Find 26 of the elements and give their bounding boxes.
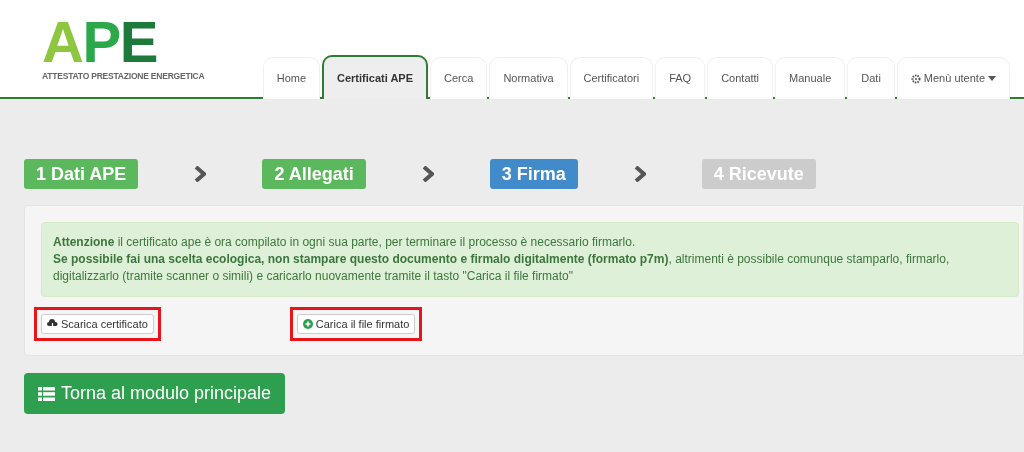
alert-text: Attenzione il certificato ape è ora compilato in ogni sua parte, per terminare il processo è necessario firmarlo. <box>53 234 637 251</box>
logo-subtitle: ATTESTATO PRESTAZIONE ENERGETICA <box>42 70 205 83</box>
nav-tab[interactable]: Dati <box>847 57 895 99</box>
nav-tab[interactable]: Menù utente <box>896 57 1010 99</box>
nav-tab[interactable]: Certificatori <box>569 57 654 99</box>
step-label: 2 Allegati <box>262 159 366 189</box>
action-button[interactable]: Carica il file firmato <box>296 314 416 334</box>
alert-text: Se possibile fai una scelta ecologica, non stampare questo documento e firmalo digitalmente (formato p7m), altrimenti è possibile comunque stamparlo, firmarlo, digitalizzarlo (tramite scanner o simili) e caricarlo nuovamente tramite il tasto "Carica il file firmato" <box>53 251 951 285</box>
action-button[interactable]: Scarica certificato <box>41 314 154 334</box>
plus-circle-icon <box>302 319 313 329</box>
step-label: 1 Dati APE <box>24 159 139 189</box>
logo-title: APE <box>42 16 157 68</box>
nav-tab[interactable]: FAQ <box>655 57 706 99</box>
chevron-right-icon <box>421 166 434 182</box>
nav-tab[interactable]: Contatti <box>707 57 774 99</box>
caret-icon <box>988 76 996 81</box>
chevron-right-icon <box>633 166 646 182</box>
step-label: 3 Firma <box>489 159 578 189</box>
nav-tab[interactable]: Certificati APE <box>322 55 429 99</box>
list-icon <box>38 386 55 401</box>
nav-tab[interactable]: Manuale <box>775 57 846 99</box>
nav-tab[interactable]: Normativa <box>489 57 568 99</box>
chevron-right-icon <box>194 166 207 182</box>
cloud-download-icon <box>47 319 58 329</box>
nav-tab[interactable]: Cerca <box>430 57 488 99</box>
nav-tab[interactable]: Home <box>262 57 321 99</box>
